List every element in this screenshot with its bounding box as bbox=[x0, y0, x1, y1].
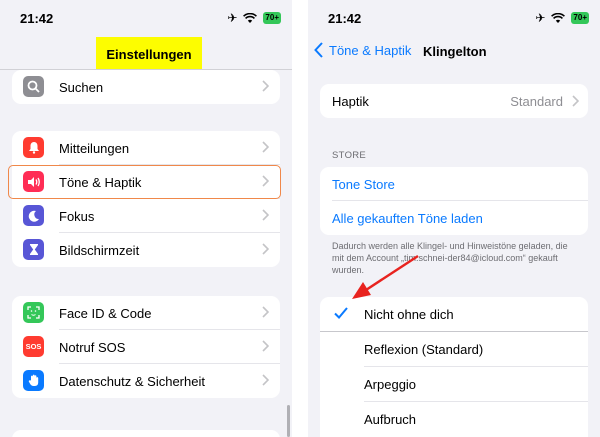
settings-group-privacy: Face ID & Code SOS Notruf SOS Datenschut… bbox=[12, 296, 280, 398]
airplane-icon: ✈ bbox=[535, 11, 546, 25]
settings-row-label: Bildschirmzeit bbox=[59, 242, 140, 258]
chevron-right-icon bbox=[262, 340, 269, 352]
ringtone-label: Reflexion (Standard) bbox=[364, 342, 484, 357]
status-bar: 21:42 ✈ 70+ bbox=[308, 8, 600, 28]
haptik-group: Haptik Standard bbox=[320, 84, 588, 118]
page-title: Einstellungen bbox=[96, 37, 202, 71]
chevron-right-icon bbox=[262, 374, 269, 386]
ringtone-label: Nicht ohne dich bbox=[364, 307, 454, 322]
ringtone-screen: 21:42 ✈ 70+ Töne & Haptik Klingelton Hap… bbox=[308, 0, 600, 437]
chevron-right-icon bbox=[262, 141, 269, 153]
status-bar: 21:42 ✈ 70+ bbox=[0, 8, 292, 28]
settings-row-label: Face ID & Code bbox=[59, 305, 152, 321]
download-purchased-tones-link[interactable]: Alle gekauften Töne laden bbox=[320, 201, 588, 235]
ringtone-row[interactable]: Arpeggio bbox=[320, 367, 588, 402]
ringtone-row[interactable]: Reflexion (Standard) bbox=[320, 332, 588, 367]
chevron-right-icon bbox=[262, 209, 269, 221]
checkmark-icon bbox=[334, 307, 348, 319]
haptik-value: Standard bbox=[510, 94, 563, 109]
bell-icon bbox=[23, 137, 44, 158]
settings-row-mitteilungen[interactable]: Mitteilungen bbox=[12, 131, 280, 165]
settings-row-label: Notruf SOS bbox=[59, 339, 126, 355]
chevron-right-icon bbox=[572, 95, 579, 107]
settings-row-label: Mitteilungen bbox=[59, 140, 130, 156]
sos-icon: SOS bbox=[23, 336, 44, 357]
store-section-header: STORE bbox=[332, 150, 367, 161]
settings-row-bildschirmzeit[interactable]: Bildschirmzeit bbox=[12, 233, 280, 267]
settings-group-search: Suchen bbox=[12, 70, 280, 104]
search-icon bbox=[23, 76, 44, 97]
moon-icon bbox=[23, 205, 44, 226]
status-time: 21:42 bbox=[328, 11, 362, 26]
haptik-label: Haptik bbox=[332, 94, 369, 109]
ringtone-label: Arpeggio bbox=[364, 377, 417, 392]
back-button[interactable]: Töne & Haptik bbox=[314, 42, 411, 58]
hourglass-icon bbox=[23, 239, 44, 260]
wifi-icon bbox=[243, 12, 258, 23]
page-title: Klingelton bbox=[423, 44, 487, 59]
tone-store-label: Tone Store bbox=[332, 177, 395, 192]
settings-group-partial bbox=[12, 430, 280, 437]
chevron-right-icon bbox=[262, 80, 269, 92]
ringtone-label: Aufbruch bbox=[364, 412, 417, 427]
settings-row-notruf-sos[interactable]: SOS Notruf SOS bbox=[12, 330, 280, 364]
wifi-icon bbox=[551, 12, 566, 23]
settings-row-suchen[interactable]: Suchen bbox=[12, 70, 280, 104]
chevron-left-icon bbox=[314, 42, 323, 58]
settings-group-notifications: Mitteilungen Töne & Haptik Fokus Bildsch… bbox=[12, 131, 280, 267]
settings-screen: 21:42 ✈ 70+ Einstellungen Suchen Mitteil… bbox=[0, 0, 292, 437]
chevron-right-icon bbox=[262, 306, 269, 318]
selected-row-highlight bbox=[8, 165, 281, 199]
hand-icon bbox=[23, 370, 44, 391]
ringtone-row[interactable]: Aufbruch bbox=[320, 402, 588, 437]
settings-row-fokus[interactable]: Fokus bbox=[12, 199, 280, 233]
chevron-right-icon bbox=[262, 243, 269, 255]
store-footer-note: Dadurch werden alle Klingel- und Hinweis… bbox=[332, 241, 568, 275]
airplane-icon: ✈ bbox=[227, 11, 238, 25]
settings-row-label: Datenschutz & Sicherheit bbox=[59, 373, 205, 389]
tone-store-link[interactable]: Tone Store bbox=[320, 167, 588, 201]
store-group: Tone Store Alle gekauften Töne laden bbox=[320, 167, 588, 235]
status-time: 21:42 bbox=[20, 11, 54, 26]
settings-row-label: Suchen bbox=[59, 79, 104, 95]
settings-row-label: Fokus bbox=[59, 208, 95, 224]
battery-indicator: 70+ bbox=[571, 12, 589, 24]
scrollbar[interactable] bbox=[287, 405, 290, 437]
back-button-label: Töne & Haptik bbox=[329, 42, 412, 58]
ringtone-row-selected[interactable]: Nicht ohne dich bbox=[320, 297, 588, 332]
download-purchased-label: Alle gekauften Töne laden bbox=[332, 211, 483, 226]
battery-indicator: 70+ bbox=[263, 12, 281, 24]
face-id-icon bbox=[23, 302, 44, 323]
haptik-row[interactable]: Haptik Standard bbox=[320, 84, 588, 118]
settings-row-datenschutz[interactable]: Datenschutz & Sicherheit bbox=[12, 364, 280, 398]
settings-row-face-id[interactable]: Face ID & Code bbox=[12, 296, 280, 330]
ringtone-list: Nicht ohne dich Reflexion (Standard) Arp… bbox=[320, 297, 588, 437]
